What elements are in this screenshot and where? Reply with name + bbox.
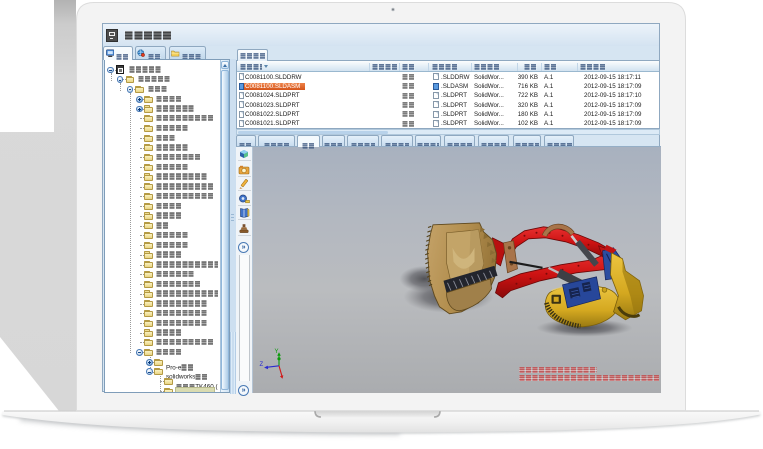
svg-text:Y: Y bbox=[275, 349, 279, 355]
svg-text:Z: Z bbox=[260, 362, 264, 368]
